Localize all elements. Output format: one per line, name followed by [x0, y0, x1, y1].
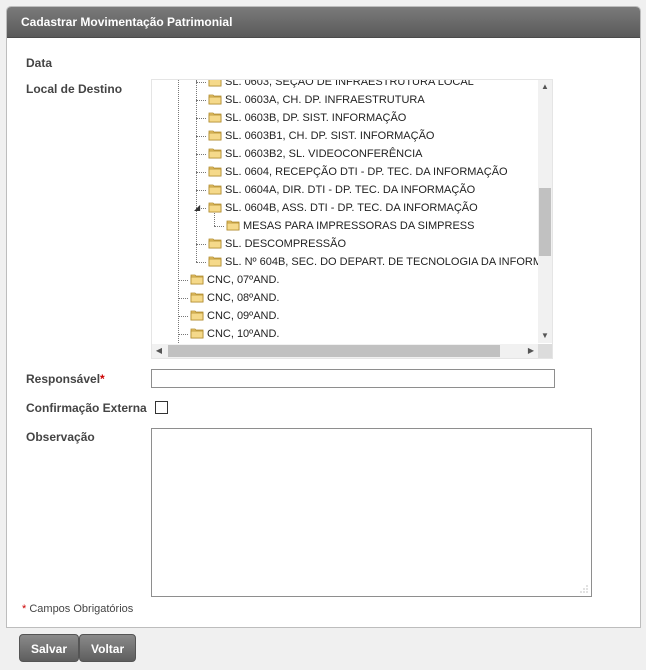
scroll-up-icon[interactable]: ▲ [538, 80, 552, 94]
folder-icon [190, 273, 204, 285]
tree-node-label: SL. 0603, SEÇÃO DE INFRAESTRUTURA LOCAL [225, 80, 474, 88]
scroll-left-icon[interactable]: ◀ [152, 344, 166, 358]
tree-node-label: SL. DESCOMPRESSÃO [225, 238, 347, 250]
tree-connector [196, 100, 206, 101]
tree-connector [196, 82, 206, 83]
tree-node[interactable]: SL. 0603, SEÇÃO DE INFRAESTRUTURA LOCAL [208, 80, 474, 91]
folder-icon [208, 201, 222, 213]
resize-grip-icon[interactable] [580, 585, 588, 593]
tree-node-label: SL. 0604, RECEPÇÃO DTI - DP. TEC. DA INF… [225, 166, 508, 178]
scroll-right-icon[interactable]: ▶ [524, 344, 538, 358]
tree-connector [196, 118, 206, 119]
tree-node[interactable]: SL. 0604, RECEPÇÃO DTI - DP. TEC. DA INF… [208, 163, 508, 181]
tree-node[interactable]: SL. DESCOMPRESSÃO [208, 235, 346, 253]
confirmacao-checkbox[interactable] [155, 401, 168, 414]
observacao-textarea[interactable] [151, 428, 592, 597]
tree-node[interactable]: CNC, 08ºAND. [190, 289, 279, 307]
folder-icon [208, 80, 222, 87]
tree-connector [196, 190, 206, 191]
tree-viewport: SL. 0603, SEÇÃO DE INFRAESTRUTURA LOCAL S… [152, 80, 538, 343]
tree-node-label: SL. 0603B1, CH. DP. SIST. INFORMAÇÃO [225, 130, 435, 142]
required-note: * Campos Obrigatórios [22, 603, 134, 615]
tree-node[interactable]: SL. Nº 604B, SEC. DO DEPART. DE TECNOLOG… [208, 253, 538, 271]
tree-node[interactable]: SL. 0603A, CH. DP. INFRAESTRUTURA [208, 91, 425, 109]
tree-node[interactable]: CNC, 07ºAND. [190, 271, 279, 289]
tree-node-label: SL. 0603B2, SL. VIDEOCONFERÊNCIA [225, 148, 423, 160]
folder-icon [208, 183, 222, 195]
tree-node-label: CNC, 09ºAND. [207, 310, 280, 322]
tree-node-label: CNC, 07ºAND. [207, 274, 280, 286]
responsavel-input[interactable] [151, 369, 555, 388]
tree-connector [214, 226, 224, 227]
tree-node-label: MESAS PARA IMPRESSORAS DA SIMPRESS [243, 220, 475, 232]
tree-node-label: SL. 0604B, ASS. DTI - DP. TEC. DA INFORM… [225, 202, 478, 214]
folder-icon [208, 129, 222, 141]
responsavel-label: Responsável* [26, 372, 105, 386]
tree-connector [178, 298, 188, 299]
folder-icon [208, 111, 222, 123]
tree-connector [178, 334, 188, 335]
confirmacao-label: Confirmação Externa [26, 401, 147, 415]
tree-node-label: SL. Nº 604B, SEC. DO DEPART. DE TECNOLOG… [225, 256, 538, 268]
tree-node-label: SL. 0603A, CH. DP. INFRAESTRUTURA [225, 94, 425, 106]
scroll-corner [538, 344, 552, 358]
scroll-thumb[interactable] [539, 188, 551, 256]
tree-node[interactable]: SL. 0603B2, SL. VIDEOCONFERÊNCIA [208, 145, 422, 163]
folder-icon [208, 147, 222, 159]
data-label: Data [26, 56, 53, 70]
tree-node[interactable]: SL. 0603B1, CH. DP. SIST. INFORMAÇÃO [208, 127, 434, 145]
tree-node-label: CNC, 10ºAND. [207, 328, 280, 340]
tree-connector [178, 280, 188, 281]
tree-node[interactable]: ◢ SL. 0604B, ASS. DTI - DP. TEC. DA INFOR… [194, 199, 478, 217]
expand-arrow-icon[interactable]: ◢ [194, 199, 200, 217]
folder-icon [190, 327, 204, 339]
tree-node-label: CNC, 08ºAND. [207, 292, 280, 304]
tree-connector [196, 136, 206, 137]
back-button[interactable]: Voltar [79, 634, 137, 662]
destino-tree[interactable]: SL. 0603, SEÇÃO DE INFRAESTRUTURA LOCAL S… [151, 79, 553, 359]
tree-node[interactable]: SL. 0604A, DIR. DTI - DP. TEC. DA INFORM… [208, 181, 475, 199]
scroll-down-icon[interactable]: ▼ [538, 329, 552, 343]
folder-icon [208, 165, 222, 177]
panel-title: Cadastrar Movimentação Patrimonial [7, 7, 640, 38]
folder-icon [208, 237, 222, 249]
tree-node[interactable]: CNC, 09ºAND. [190, 307, 279, 325]
folder-icon [208, 255, 222, 267]
tree-connector [196, 244, 206, 245]
folder-icon [226, 219, 240, 231]
tree-guide-line [178, 80, 179, 343]
tree-guide-line [196, 80, 197, 262]
tree-vertical-scrollbar[interactable]: ▲ ▼ [538, 80, 552, 343]
tree-node-label: SL. 0603B, DP. SIST. INFORMAÇÃO [225, 112, 407, 124]
tree-node[interactable]: MESAS PARA IMPRESSORAS DA SIMPRESS [226, 217, 474, 235]
folder-icon [208, 93, 222, 105]
tree-connector [196, 262, 206, 263]
tree-connector [178, 316, 188, 317]
observacao-label: Observação [26, 430, 95, 444]
tree-node[interactable]: CNC, 10ºAND. [190, 325, 279, 343]
folder-icon [190, 309, 204, 321]
tree-horizontal-scrollbar[interactable]: ◀ ▶ [152, 344, 538, 358]
scroll-thumb-horizontal[interactable] [168, 345, 500, 357]
tree-connector [196, 154, 206, 155]
save-button[interactable]: Salvar [19, 634, 80, 662]
destino-label: Local de Destino [26, 82, 123, 96]
tree-connector [196, 172, 206, 173]
tree-node[interactable]: SL. 0603B, DP. SIST. INFORMAÇÃO [208, 109, 406, 127]
tree-node-label: SL. 0604A, DIR. DTI - DP. TEC. DA INFORM… [225, 184, 476, 196]
folder-icon [190, 291, 204, 303]
